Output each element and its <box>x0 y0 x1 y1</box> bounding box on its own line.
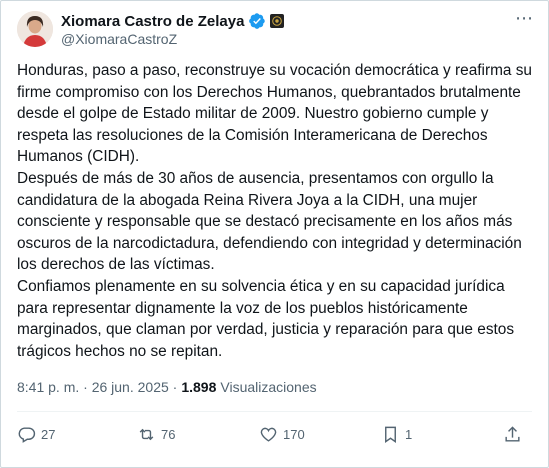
author-name[interactable]: Xiomara Castro de Zelaya <box>61 13 244 30</box>
avatar[interactable] <box>17 11 53 47</box>
action-bar: 27 76 170 1 <box>17 425 523 447</box>
reply-button[interactable]: 27 <box>17 425 55 444</box>
like-count: 170 <box>283 427 305 442</box>
share-icon <box>505 426 520 442</box>
tweet-text: Honduras, paso a paso, reconstruye su vo… <box>17 62 532 360</box>
repost-icon <box>139 428 154 441</box>
author-handle[interactable]: @XiomaraCastroZ <box>61 31 177 47</box>
more-options-icon[interactable]: ⋯ <box>515 9 534 27</box>
repost-button[interactable]: 76 <box>137 425 175 444</box>
bookmark-button[interactable]: 1 <box>381 425 412 444</box>
timestamp[interactable]: 8:41 p. m. · 26 jun. 2025 · <box>17 379 177 395</box>
affiliation-badge-icon[interactable] <box>270 14 285 28</box>
views-label: Visualizaciones <box>220 379 317 395</box>
heart-icon <box>260 427 277 442</box>
tweet-card: Xiomara Castro de Zelaya @XiomaraCastroZ… <box>0 0 549 468</box>
share-button[interactable] <box>503 425 522 444</box>
bookmark-count: 1 <box>405 427 413 442</box>
like-button[interactable]: 170 <box>259 425 305 444</box>
verified-badge-icon <box>248 12 266 30</box>
reply-count: 27 <box>41 427 56 442</box>
tweet-meta: 8:41 p. m. · 26 jun. 2025 · 1.898 Visual… <box>17 379 317 395</box>
divider <box>17 411 532 412</box>
repost-count: 76 <box>161 427 176 442</box>
author-row: Xiomara Castro de Zelaya <box>61 11 285 31</box>
bookmark-icon <box>385 426 396 443</box>
views-count: 1.898 <box>181 379 217 395</box>
reply-icon <box>18 427 36 443</box>
